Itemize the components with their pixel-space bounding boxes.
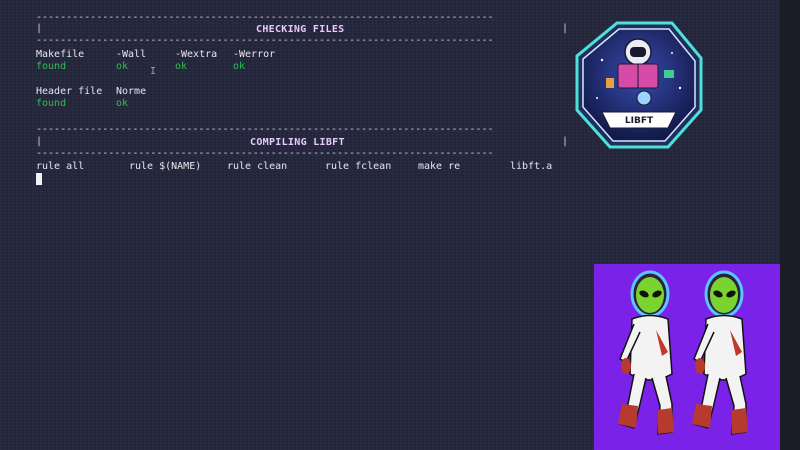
section-bottom-rule: ----------------------------------------… bbox=[36, 35, 494, 46]
section-left-bar: | bbox=[36, 136, 43, 147]
section-top-rule: ----------------------------------------… bbox=[36, 12, 494, 23]
section-top-rule: ----------------------------------------… bbox=[36, 124, 494, 135]
check-value-wall: ok bbox=[116, 61, 129, 72]
check-header-header-file: Header file bbox=[36, 86, 103, 97]
compile-rule-all: rule all bbox=[36, 161, 85, 172]
check-value-norme: ok bbox=[116, 98, 129, 109]
compile-rule-fclean: rule fclean bbox=[325, 161, 392, 172]
check-value-werror: ok bbox=[233, 61, 246, 72]
terminal-cursor[interactable] bbox=[36, 173, 42, 185]
compile-rule-name: rule $(NAME) bbox=[129, 161, 202, 172]
check-header-werror: -Werror bbox=[233, 49, 276, 60]
check-header-wextra: -Wextra bbox=[175, 49, 218, 60]
check-value-makefile: found bbox=[36, 61, 67, 72]
check-header-norme: Norme bbox=[116, 86, 147, 97]
compile-rule-make-re: make re bbox=[418, 161, 461, 172]
badge-label: LIBFT bbox=[625, 116, 654, 126]
check-value-header-file: found bbox=[36, 98, 67, 109]
libft-badge-icon: LIBFT bbox=[575, 21, 703, 149]
compile-rule-libft-a: libft.a bbox=[510, 161, 553, 172]
dancing-alien-icon bbox=[594, 264, 780, 450]
check-value-wextra: ok bbox=[175, 61, 188, 72]
section-left-bar: | bbox=[36, 23, 43, 34]
text-cursor-icon: I bbox=[150, 66, 157, 77]
check-header-makefile: Makefile bbox=[36, 49, 85, 60]
right-edge-strip bbox=[780, 0, 800, 450]
section-right-bar: | bbox=[562, 136, 569, 147]
check-header-wall: -Wall bbox=[116, 49, 147, 60]
section-bottom-rule: ----------------------------------------… bbox=[36, 148, 494, 159]
compile-rule-clean: rule clean bbox=[227, 161, 288, 172]
section-right-bar: | bbox=[562, 23, 569, 34]
